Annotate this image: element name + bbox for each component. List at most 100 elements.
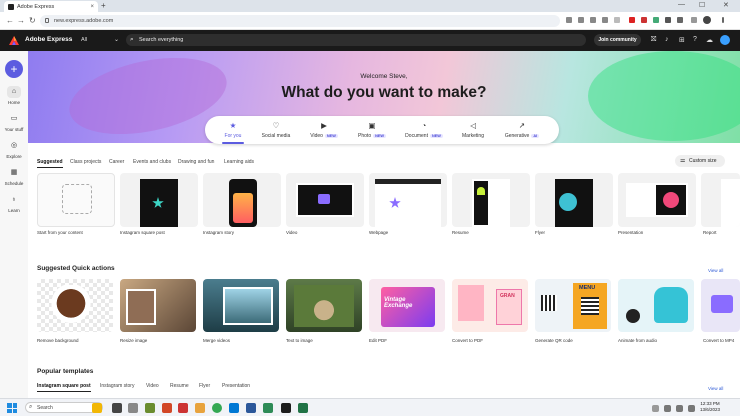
adobe-express-logo-icon[interactable] <box>9 36 19 45</box>
popular-tab-instagram-square[interactable]: Instagram square post <box>37 383 91 392</box>
volume-icon[interactable] <box>676 405 683 412</box>
taskbar-app-icon[interactable] <box>145 403 155 413</box>
play-icon: ▶ <box>321 121 327 130</box>
sidebar-icon[interactable] <box>691 17 697 23</box>
back-button[interactable]: ← <box>6 16 14 25</box>
tab-photo[interactable]: ▣ Photo NEW <box>356 121 388 139</box>
gift-icon[interactable]: ⛝ <box>651 36 656 44</box>
quick-action-text-to-image[interactable] <box>286 279 362 332</box>
rail-item-home[interactable]: ⌂ Home <box>0 86 28 105</box>
extension-pdf-icon[interactable] <box>641 17 647 23</box>
bookmark-star-icon[interactable] <box>614 17 620 23</box>
quick-actions-view-all-link[interactable]: View all <box>708 268 723 273</box>
extension-icon[interactable] <box>665 17 671 23</box>
rail-item-explore[interactable]: ◎ Explore <box>0 140 28 159</box>
template-card-start-from-content[interactable] <box>37 173 115 227</box>
filter-events-and-clubs[interactable]: Events and clubs <box>133 159 171 165</box>
rail-item-learn[interactable]: ♁ Learn <box>0 194 28 213</box>
quick-action-merge-videos[interactable] <box>203 279 279 332</box>
popular-tab-presentation[interactable]: Presentation <box>222 383 250 389</box>
filter-drawing-and-fun[interactable]: Drawing and fun <box>178 159 214 165</box>
template-card-video[interactable] <box>286 173 364 227</box>
taskbar-app-icon[interactable] <box>263 403 273 413</box>
quick-action-generate-qr-code[interactable]: MENU <box>535 279 611 332</box>
file-explorer-icon[interactable] <box>195 403 205 413</box>
minimize-window-button[interactable]: — <box>678 1 685 8</box>
template-card-resume[interactable] <box>452 173 530 227</box>
filter-class-projects[interactable]: Class projects <box>70 159 101 165</box>
template-card-instagram-square[interactable] <box>120 173 198 227</box>
user-avatar[interactable] <box>720 35 730 45</box>
tab-for-you[interactable]: ★ For you <box>222 121 244 144</box>
rail-item-schedule[interactable]: ▦ Schedule <box>0 167 28 186</box>
quick-action-convert-to-mp4[interactable] <box>701 279 740 332</box>
custom-size-button[interactable]: ⚌ Custom size <box>675 155 725 167</box>
search-input[interactable]: ⌕ Search everything <box>126 34 586 46</box>
create-new-button[interactable]: + <box>5 60 23 78</box>
new-tab-button[interactable]: + <box>101 1 106 10</box>
template-card-presentation[interactable] <box>618 173 696 227</box>
wifi-icon[interactable] <box>664 405 671 412</box>
excel-icon[interactable] <box>298 403 308 413</box>
maximize-window-button[interactable]: ☐ <box>699 1 705 9</box>
close-window-button[interactable]: ✕ <box>723 1 729 9</box>
battery-icon[interactable] <box>688 405 695 412</box>
powerpoint-icon[interactable] <box>162 403 172 413</box>
template-card-webpage[interactable] <box>369 173 447 227</box>
filter-suggested[interactable]: Suggested <box>37 159 63 168</box>
popular-tab-video[interactable]: Video <box>146 383 159 389</box>
filter-career[interactable]: Career <box>109 159 124 165</box>
extension-green-icon[interactable] <box>653 17 659 23</box>
browser-tab[interactable]: Adobe Express × <box>4 1 98 12</box>
template-card-report[interactable] <box>701 173 740 227</box>
quick-action-animate-from-audio[interactable] <box>618 279 694 332</box>
adobe-express-taskbar-icon[interactable] <box>281 403 291 413</box>
rail-item-your-stuff[interactable]: ▭ Your stuff <box>0 113 28 132</box>
tab-document[interactable]: ◔ Document NEW <box>403 121 445 139</box>
share-icon[interactable] <box>590 17 596 23</box>
windows-start-icon[interactable] <box>7 403 17 413</box>
reload-button[interactable]: ↻ <box>29 16 36 25</box>
popular-tab-resume[interactable]: Resume <box>170 383 189 389</box>
extension-puzzle-icon[interactable] <box>677 17 683 23</box>
help-icon[interactable]: ? <box>693 36 697 43</box>
cast-icon[interactable] <box>578 17 584 23</box>
taskbar-app-icon[interactable] <box>92 403 102 413</box>
tray-chevron-icon[interactable] <box>652 405 659 412</box>
outlook-icon[interactable] <box>229 403 239 413</box>
profile-avatar-icon[interactable] <box>703 16 711 24</box>
quick-action-remove-background[interactable] <box>37 279 113 332</box>
system-clock[interactable]: 12:33 PM 13/6/2023 <box>700 401 720 413</box>
close-tab-icon[interactable]: × <box>90 4 94 10</box>
extension-red-icon[interactable] <box>629 17 635 23</box>
address-bar[interactable]: new.express.adobe.com <box>40 15 560 27</box>
quick-action-resize-image[interactable] <box>120 279 196 332</box>
chrome-icon[interactable] <box>212 403 222 413</box>
taskbar-app-icon[interactable] <box>128 403 138 413</box>
taskbar-app-icon[interactable] <box>178 403 188 413</box>
word-icon[interactable] <box>246 403 256 413</box>
template-card-flyer[interactable] <box>535 173 613 227</box>
tab-marketing[interactable]: ◁ Marketing <box>460 121 486 139</box>
apps-grid-icon[interactable]: ⊞ <box>679 36 685 44</box>
task-view-icon[interactable] <box>112 403 122 413</box>
browser-menu-icon[interactable] <box>722 17 724 23</box>
download-icon[interactable] <box>566 17 572 23</box>
zoom-icon[interactable] <box>602 17 608 23</box>
search-scope-dropdown[interactable]: All ⌄ <box>77 34 123 46</box>
filter-learning-aids[interactable]: Learning aids <box>224 159 254 165</box>
quick-action-edit-pdf[interactable]: Vintage Exchange <box>369 279 445 332</box>
forward-button[interactable]: → <box>17 16 25 25</box>
tab-social-media[interactable]: ♡ Social media <box>260 121 292 139</box>
notifications-bell-icon[interactable]: ♪ <box>665 36 669 43</box>
popular-tab-instagram-story[interactable]: Instagram story <box>100 383 134 389</box>
tab-video[interactable]: ▶ Video NEW <box>309 121 339 139</box>
tab-label: Document <box>405 133 428 139</box>
quick-action-convert-to-pdf[interactable]: GRAN <box>452 279 528 332</box>
join-community-button[interactable]: Join community <box>594 34 641 46</box>
cloud-icon[interactable]: ☁ <box>706 36 713 44</box>
tab-generative[interactable]: ↗ Generative AI <box>503 121 541 139</box>
popular-tab-flyer[interactable]: Flyer <box>199 383 210 389</box>
template-card-instagram-story[interactable] <box>203 173 281 227</box>
popular-view-all-link[interactable]: View all <box>708 386 723 391</box>
